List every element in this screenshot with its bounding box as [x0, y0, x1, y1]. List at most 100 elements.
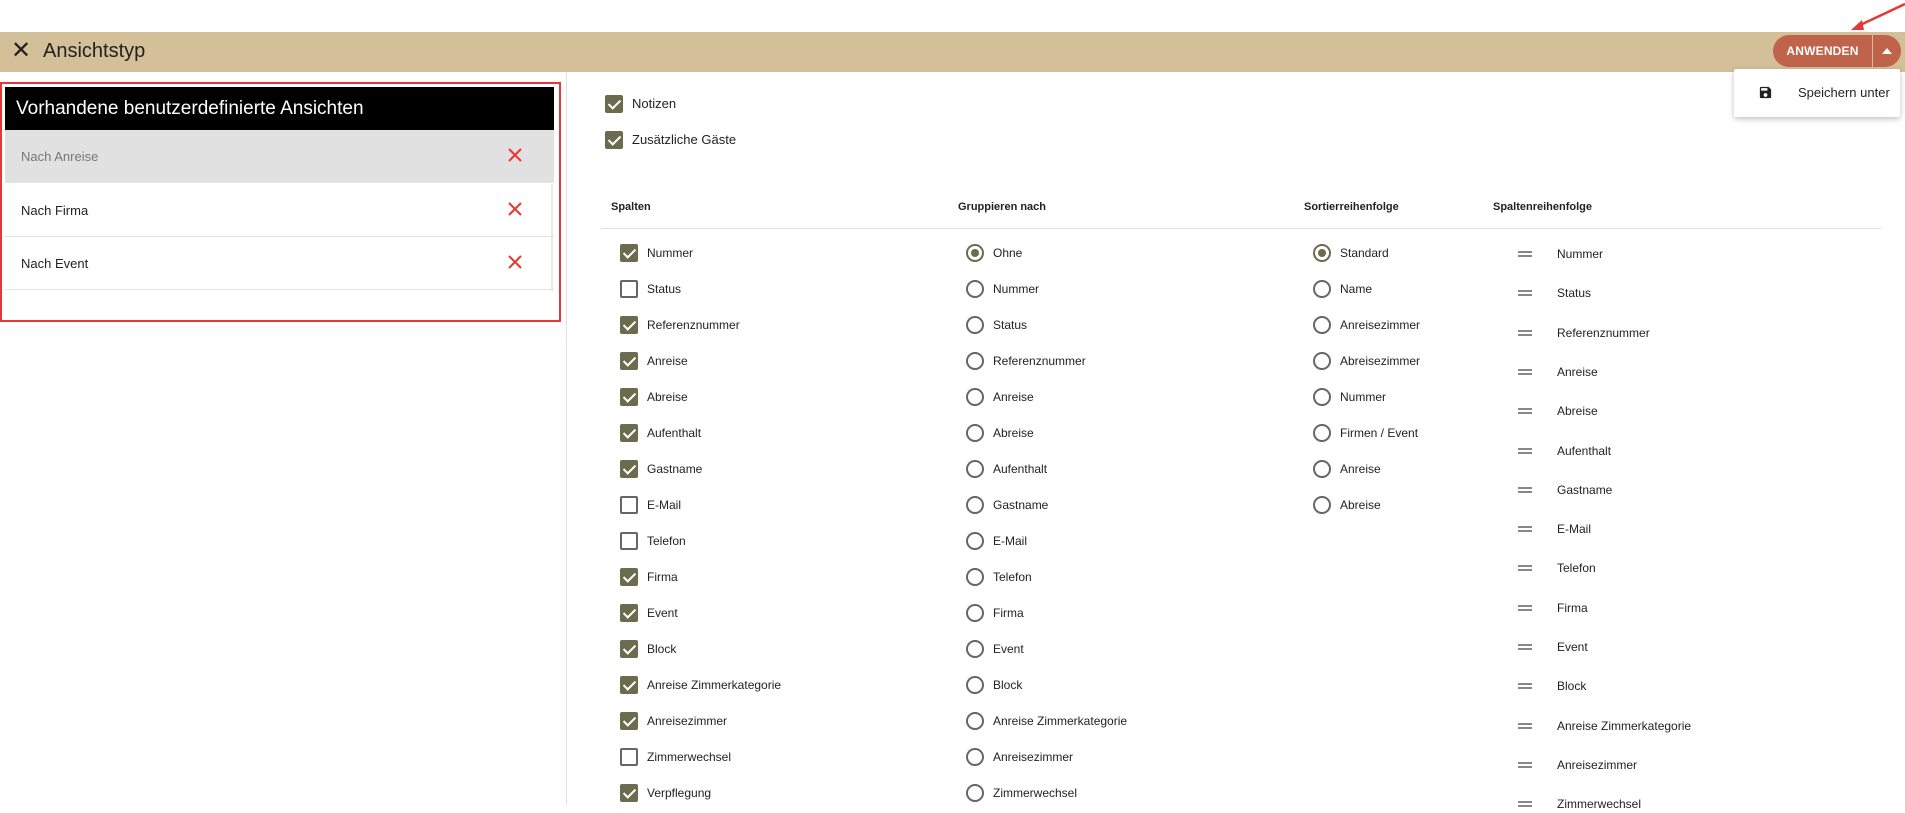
notes-checkbox[interactable]	[605, 95, 623, 113]
sort-order-radio[interactable]	[1313, 352, 1331, 370]
column-checkbox[interactable]	[620, 676, 638, 694]
drag-handle-icon[interactable]	[1518, 290, 1532, 297]
sort-order-label: Nummer	[1340, 390, 1387, 404]
apply-dropdown-menu: Speichern unter	[1734, 69, 1900, 117]
column-order-item: Block	[1557, 679, 1587, 694]
column-label: Event	[647, 606, 678, 620]
group-by-label: Nummer	[993, 282, 1040, 296]
saved-view-label: Nach Firma	[21, 203, 89, 218]
sort-order-header: Sortierreihenfolge	[1304, 201, 1399, 213]
column-order-item: Nummer	[1557, 247, 1604, 261]
column-label: Nummer	[647, 246, 694, 260]
drag-handle-icon[interactable]	[1518, 447, 1532, 454]
group-by-radio[interactable]	[966, 460, 984, 478]
group-by-radio[interactable]	[966, 568, 984, 586]
column-checkbox[interactable]	[620, 748, 638, 766]
drag-handle-icon[interactable]	[1518, 683, 1532, 690]
column-checkbox[interactable]	[620, 532, 638, 550]
column-order-item: Anreise Zimmerkategorie	[1557, 718, 1692, 733]
group-by-radio[interactable]	[966, 784, 984, 802]
group-by-radio[interactable]	[966, 280, 984, 298]
sort-order-radio[interactable]	[1313, 496, 1331, 514]
group-by-radio[interactable]	[966, 532, 984, 550]
column-checkbox[interactable]	[620, 352, 638, 370]
group-by-radio[interactable]	[966, 640, 984, 658]
column-order-item: Anreise	[1557, 364, 1598, 379]
column-checkbox[interactable]	[620, 712, 638, 730]
column-checkbox[interactable]	[620, 604, 638, 622]
drag-handle-icon[interactable]	[1518, 722, 1532, 729]
sort-order-radio[interactable]	[1313, 316, 1331, 334]
column-order-item: Aufenthalt	[1557, 443, 1612, 458]
column-checkbox[interactable]	[620, 316, 638, 334]
drag-handle-icon[interactable]	[1518, 251, 1532, 257]
column-checkbox[interactable]	[620, 496, 638, 514]
column-checkbox[interactable]	[620, 568, 638, 586]
group-by-label: Telefon	[993, 570, 1032, 584]
close-icon[interactable]: ✕	[8, 38, 34, 64]
page-title: Ansichtstyp	[43, 40, 146, 62]
group-by-label: Firma	[993, 606, 1024, 620]
group-by-header: Gruppieren nach	[958, 201, 1047, 213]
group-by-radio[interactable]	[966, 676, 984, 694]
drag-handle-icon[interactable]	[1518, 644, 1532, 650]
group-by-radio[interactable]	[966, 496, 984, 514]
saved-view-item[interactable]: Nach Event	[5, 237, 554, 290]
drag-handle-icon[interactable]	[1518, 565, 1532, 572]
drag-handle-icon[interactable]	[1518, 486, 1532, 493]
sort-order-radio[interactable]	[1313, 388, 1331, 406]
sort-order-label: Abreise	[1340, 498, 1381, 512]
drag-handle-icon[interactable]	[1518, 368, 1532, 375]
columns-header: Spalten	[611, 201, 651, 213]
extra-guests-label: Zusätzliche Gäste	[632, 132, 737, 147]
column-checkbox[interactable]	[620, 784, 638, 802]
group-by-radio[interactable]	[966, 316, 984, 334]
group-by-radio[interactable]	[966, 712, 984, 730]
saved-view-item[interactable]: Nach Anreise	[5, 130, 554, 183]
group-by-radio[interactable]	[966, 604, 984, 622]
sort-order-radio[interactable]	[1313, 460, 1331, 478]
notes-label: Notizen	[632, 96, 677, 111]
drag-handle-icon[interactable]	[1518, 604, 1532, 611]
drag-handle-icon[interactable]	[1518, 329, 1532, 336]
group-by-radio[interactable]	[966, 244, 984, 262]
sort-order-radio[interactable]	[1313, 424, 1331, 442]
column-checkbox[interactable]	[620, 244, 638, 262]
column-label: Telefon	[647, 534, 686, 548]
save-icon	[1759, 86, 1772, 99]
column-label: Anreise	[647, 354, 688, 368]
delete-view-icon[interactable]	[508, 148, 522, 162]
delete-view-icon[interactable]	[508, 255, 522, 269]
group-by-radio[interactable]	[966, 424, 984, 442]
sort-order-radio[interactable]	[1313, 244, 1331, 262]
apply-button[interactable]: ANWENDEN	[1773, 35, 1872, 67]
column-order-item: Event	[1557, 640, 1588, 654]
saved-views-title: Vorhandene benutzerdefinierte Ansichten	[5, 87, 554, 130]
drag-handle-icon[interactable]	[1518, 526, 1532, 533]
column-label: Anreisezimmer	[647, 714, 728, 728]
header-bar	[0, 32, 1905, 72]
extra-guests-checkbox[interactable]	[605, 131, 623, 149]
column-checkbox[interactable]	[620, 280, 638, 298]
column-label: Referenznummer	[647, 318, 740, 332]
saved-view-item[interactable]: Nach Firma	[5, 184, 554, 237]
sort-order-radio[interactable]	[1313, 280, 1331, 298]
drag-handle-icon[interactable]	[1518, 761, 1532, 768]
drag-handle-icon[interactable]	[1518, 801, 1532, 808]
column-label: Firma	[647, 570, 678, 584]
header-divider	[601, 228, 1881, 229]
column-checkbox[interactable]	[620, 640, 638, 658]
group-by-label: E-Mail	[993, 534, 1028, 548]
column-checkbox[interactable]	[620, 424, 638, 442]
group-by-radio[interactable]	[966, 388, 984, 406]
save-as-menu-item[interactable]: Speichern unter	[1798, 83, 1890, 103]
drag-handle-icon[interactable]	[1518, 408, 1532, 415]
column-label: Gastname	[647, 462, 703, 476]
group-by-radio[interactable]	[966, 748, 984, 766]
group-by-label: Abreise	[993, 426, 1034, 440]
column-checkbox[interactable]	[620, 388, 638, 406]
delete-view-icon[interactable]	[508, 202, 522, 216]
column-checkbox[interactable]	[620, 460, 638, 478]
group-by-radio[interactable]	[966, 352, 984, 370]
column-label: Aufenthalt	[647, 426, 702, 440]
